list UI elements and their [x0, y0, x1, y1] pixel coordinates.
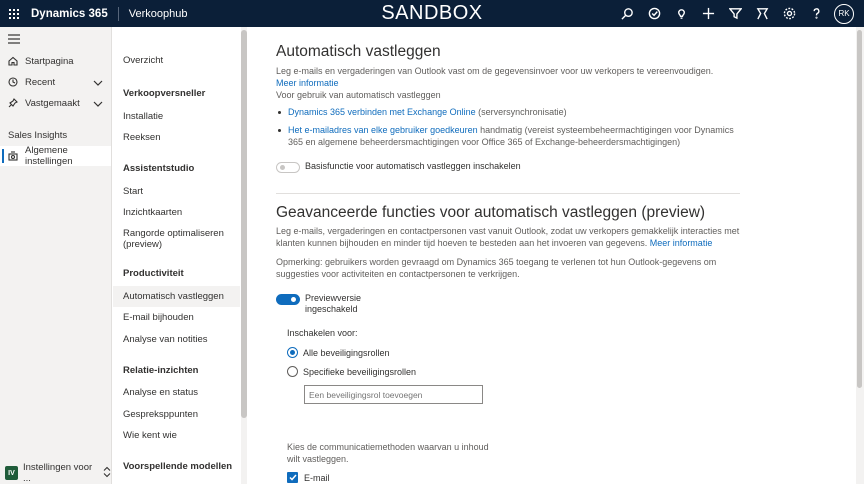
- toggle-label: Basisfunctie voor automatisch vastleggen…: [305, 161, 521, 171]
- menu-heading: Relatie-inzichten: [123, 364, 199, 376]
- settings-icon: [8, 151, 18, 161]
- nav-item-label: Startpagina: [25, 55, 74, 67]
- nav-item-pinned[interactable]: Vastgemaakt: [0, 93, 111, 113]
- user-avatar[interactable]: RK: [834, 3, 854, 24]
- menu-item-notes-analysis[interactable]: Analyse van notities: [113, 329, 240, 351]
- menu-item-who-knows-whom[interactable]: Wie kent wie: [113, 425, 240, 447]
- security-role-input[interactable]: [304, 385, 483, 404]
- email-checkbox[interactable]: [287, 472, 298, 483]
- menu-item-talking-points[interactable]: Gespreksppunten: [113, 404, 240, 426]
- main-scroll-thumb[interactable]: [857, 30, 862, 388]
- task-icon[interactable]: [641, 0, 668, 27]
- learn-more-link[interactable]: Meer informatie: [276, 78, 339, 88]
- hamburger-menu-button[interactable]: [0, 27, 111, 51]
- advanced-description: Leg e-mails, vergaderingen en contactper…: [276, 226, 740, 248]
- menu-heading: Voorspellende modellen: [123, 461, 233, 472]
- main-content: Automatisch vastleggen Leg e-mails en ve…: [247, 27, 856, 484]
- area-switcher[interactable]: IV Instellingen voor ...: [0, 462, 111, 484]
- page-title: Automatisch vastleggen: [276, 43, 441, 60]
- exchange-connect-link[interactable]: Dynamics 365 verbinden met Exchange Onli…: [288, 107, 476, 117]
- site-map-nav: Startpagina Recent Vastgemaakt Sales Ins…: [0, 27, 112, 484]
- radio-button[interactable]: [287, 366, 298, 377]
- chevron-up-down-icon: [103, 466, 111, 481]
- top-bar: Dynamics 365 Verkoophub SANDBOX RK: [0, 0, 864, 27]
- search-icon[interactable]: [614, 0, 641, 27]
- enable-for-label: Inschakelen voor:: [287, 328, 358, 338]
- home-icon: [8, 56, 18, 66]
- usage-label: Voor gebruik van automatisch vastleggen: [276, 90, 441, 100]
- radio-button[interactable]: [287, 347, 298, 358]
- menu-item-auto-capture[interactable]: Automatisch vastleggen: [113, 285, 240, 307]
- nav-item-label: Recent: [25, 76, 56, 88]
- preview-toggle[interactable]: [276, 294, 300, 305]
- email-checkbox-row[interactable]: E-mail: [287, 472, 330, 483]
- app-launcher-button[interactable]: [0, 0, 27, 27]
- intro-text: Leg e-mails en vergaderingen van Outlook…: [276, 66, 714, 88]
- menu-heading: Assistentstudio: [123, 163, 195, 174]
- settings-menu: Overzicht Verkoopversneller Installatie …: [113, 27, 240, 484]
- basic-autocapture-toggle[interactable]: [276, 162, 300, 173]
- menu-item-analysis-status[interactable]: Analyse en status: [113, 382, 240, 404]
- radio-all-roles[interactable]: Alle beveiligingsrollen: [287, 347, 390, 358]
- menu-item-installation[interactable]: Installatie: [113, 106, 240, 128]
- chevron-down-icon[interactable]: [93, 99, 103, 110]
- gear-icon[interactable]: [776, 0, 803, 27]
- waffle-icon: [8, 8, 19, 19]
- hamburger-icon: [8, 34, 20, 44]
- menu-item-start[interactable]: Start: [113, 181, 240, 203]
- plus-icon[interactable]: [695, 0, 722, 27]
- section-title: Geavanceerde functies voor automatisch v…: [276, 204, 706, 221]
- nav-item-recent[interactable]: Recent: [0, 72, 111, 92]
- area-badge: IV: [5, 466, 18, 480]
- menu-item-optimize-ranking[interactable]: Rangorde optimaliseren (preview): [113, 224, 240, 254]
- menu-heading: Verkoopversneller: [123, 88, 206, 99]
- nav-item-home[interactable]: Startpagina: [0, 51, 111, 71]
- menu-item-email-tracking[interactable]: E-mail bijhouden: [113, 307, 240, 329]
- help-icon[interactable]: [803, 0, 830, 27]
- note-text: Opmerking: gebruikers worden gevraagd om…: [276, 257, 717, 279]
- menu-item-overview[interactable]: Overzicht: [113, 50, 240, 72]
- nav-group-title: Sales Insights: [8, 129, 68, 141]
- filter-icon[interactable]: [722, 0, 749, 27]
- menu-item-sequences[interactable]: Reeksen: [113, 127, 240, 149]
- section-divider: [276, 193, 740, 194]
- toggle-label: Previewversie ingeschakeld: [305, 293, 362, 314]
- basic-autocapture-toggle-row: Basisfunctie voor automatisch vastleggen…: [276, 161, 521, 173]
- lightbulb-icon[interactable]: [668, 0, 695, 27]
- learn-more-link[interactable]: Meer informatie: [650, 238, 713, 248]
- pin-icon: [8, 98, 18, 108]
- preview-toggle-row: Previewversie ingeschakeld: [276, 293, 365, 315]
- nav-item-general-settings[interactable]: Algemene instellingen: [0, 145, 111, 167]
- app-name[interactable]: Dynamics 365: [27, 6, 119, 21]
- chevron-down-icon[interactable]: [93, 78, 103, 89]
- assistant-icon[interactable]: [749, 0, 776, 27]
- hub-name[interactable]: Verkoophub: [119, 8, 188, 20]
- approve-email-link[interactable]: Het e-mailadres van elke gebruiker goedk…: [288, 125, 478, 135]
- requirement-item: Het e-mailadres van elke gebruiker goedk…: [276, 123, 740, 148]
- area-label: Instellingen voor ...: [22, 462, 93, 484]
- menu-heading: Productiviteit: [123, 268, 184, 279]
- requirement-item: Dynamics 365 verbinden met Exchange Onli…: [276, 105, 736, 120]
- menu-item-insight-cards[interactable]: Inzichtkaarten: [113, 202, 240, 224]
- methods-label: Kies de communicatiemethoden waarvan u i…: [287, 442, 489, 464]
- nav-item-label: Algemene instellingen: [25, 145, 73, 167]
- radio-specific-roles[interactable]: Specifieke beveiligingsrollen: [287, 366, 416, 377]
- clock-icon: [8, 77, 18, 87]
- checkmark-icon: [288, 474, 297, 481]
- nav-item-label: Vastgemaakt: [25, 97, 80, 109]
